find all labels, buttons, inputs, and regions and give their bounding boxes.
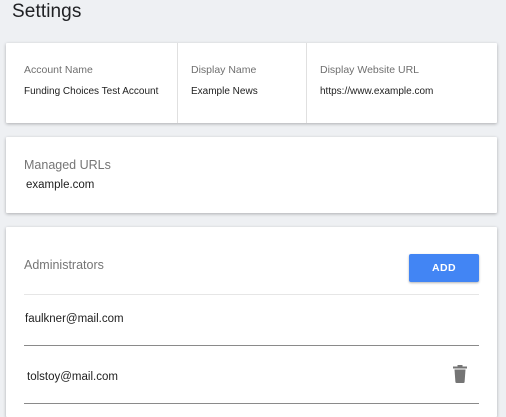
account-info-card: Account Name Funding Choices Test Accoun…	[6, 43, 497, 123]
page-title: Settings	[12, 1, 82, 22]
display-name-label: Display Name	[191, 64, 257, 76]
add-administrator-button[interactable]: ADD	[409, 254, 479, 282]
managed-url-item: example.com	[26, 179, 95, 191]
admin-email: tolstoy@mail.com	[27, 371, 118, 383]
administrators-card: Administrators ADD faulkner@mail.com tol…	[6, 227, 497, 417]
display-name-field: Display Name Example News	[178, 43, 307, 123]
managed-urls-label: Managed URLs	[24, 158, 111, 172]
display-url-field: Display Website URL https://www.example.…	[307, 43, 497, 123]
admin-row: faulkner@mail.com	[24, 294, 479, 346]
administrators-label: Administrators	[24, 258, 104, 272]
row-divider	[24, 345, 479, 346]
admin-email: faulkner@mail.com	[25, 313, 124, 325]
row-divider	[24, 403, 479, 404]
account-name-field: Account Name Funding Choices Test Accoun…	[6, 43, 178, 123]
display-url-label: Display Website URL	[320, 64, 420, 76]
account-name-value: Funding Choices Test Account	[24, 86, 159, 97]
admin-row: tolstoy@mail.com	[24, 352, 479, 404]
display-name-value: Example News	[191, 86, 258, 97]
managed-urls-card: Managed URLs example.com	[6, 137, 497, 213]
display-url-value: https://www.example.com	[320, 86, 434, 97]
account-name-label: Account Name	[24, 64, 93, 76]
trash-icon[interactable]	[453, 365, 467, 383]
